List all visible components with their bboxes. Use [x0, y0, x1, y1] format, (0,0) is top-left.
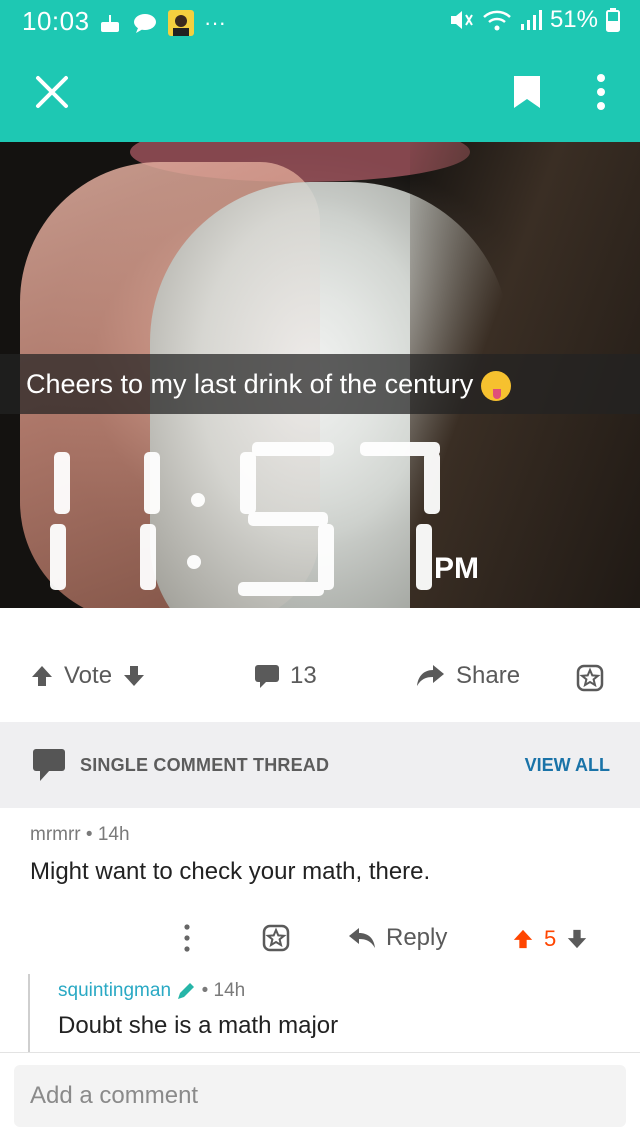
bookmark-icon[interactable] — [514, 76, 540, 108]
single-comment-thread-bar: SINGLE COMMENT THREAD VIEW ALL — [0, 722, 640, 808]
message-bubble-icon — [134, 14, 156, 33]
post-toolbar — [0, 44, 640, 142]
reply-label: Reply — [386, 924, 448, 951]
comment-body: Might want to check your math, there. — [30, 858, 431, 885]
downvote-arrow-icon[interactable] — [566, 927, 588, 951]
wifi-icon — [483, 10, 511, 31]
thread-label: SINGLE COMMENT THREAD — [80, 755, 330, 775]
status-time: 10:03 — [22, 6, 90, 36]
photo-caption: Cheers to my last drink of the century — [0, 354, 640, 414]
share-button[interactable]: Share — [416, 662, 520, 690]
comment-age: 14h — [97, 824, 130, 845]
comment-reply-button[interactable]: Reply — [348, 924, 447, 952]
downvote-arrow-icon[interactable] — [122, 664, 146, 688]
status-overflow: ··· — [204, 10, 226, 35]
comment-composer — [0, 1052, 640, 1138]
battery-percent: 51% — [549, 6, 598, 33]
status-notification-icons: ··· — [98, 10, 226, 36]
comment-award-icon[interactable] — [262, 924, 290, 952]
vote-control: Vote — [30, 662, 146, 690]
reply-meta-separator: • — [201, 980, 209, 1001]
award-icon[interactable] — [576, 664, 604, 692]
battery-icon — [606, 8, 620, 32]
view-all-link[interactable]: VIEW ALL — [525, 755, 610, 776]
comment-meta: mrmrr • 14h — [30, 824, 130, 846]
clock-suffix: PM — [434, 552, 479, 585]
comment-author[interactable]: mrmrr — [30, 824, 81, 845]
mute-icon — [450, 11, 473, 29]
avatar-notification-icon — [168, 10, 194, 36]
status-bar: 10:03 ··· 51% — [0, 0, 640, 44]
comment-actions: Reply 5 — [0, 916, 640, 962]
close-icon[interactable] — [34, 74, 70, 110]
comment-meta-separator: • — [85, 824, 93, 845]
comments-button[interactable]: 13 — [254, 662, 317, 690]
post-actions: Vote 13 Share — [0, 608, 640, 722]
comment-vote-control: 5 — [512, 926, 588, 952]
thread-bubble-icon — [33, 749, 65, 781]
comment-count: 13 — [290, 662, 317, 689]
tongue-emoji-icon — [481, 370, 512, 401]
comment-bubble-icon — [255, 665, 279, 688]
upvote-arrow-icon[interactable] — [512, 927, 534, 951]
status-right: 51% — [448, 6, 620, 34]
comment-thread: mrmrr • 14h Might want to check your mat… — [0, 808, 640, 1052]
photo-caption-text: Cheers to my last drink of the century — [26, 369, 474, 399]
post-image[interactable]: Cheers to my last drink of the century P… — [0, 142, 640, 608]
share-label: Share — [456, 662, 521, 689]
upvote-arrow-icon[interactable] — [30, 664, 54, 688]
comment-more-icon[interactable] — [180, 922, 194, 956]
more-vertical-icon[interactable] — [588, 70, 614, 114]
reply-age: 14h — [213, 980, 246, 1001]
reply-comment: squintingman • 14h Doubt she is a math m… — [28, 974, 640, 1052]
reply-body: Doubt she is a math major — [58, 1012, 339, 1039]
cake-icon — [101, 15, 119, 32]
add-comment-input[interactable] — [14, 1065, 626, 1127]
reply-meta: squintingman • 14h — [58, 980, 245, 1002]
reply-arrow-icon — [349, 928, 375, 948]
signal-icon — [520, 10, 542, 30]
mod-pencil-icon — [178, 982, 195, 999]
vote-label: Vote — [64, 662, 113, 689]
reply-author[interactable]: squintingman — [58, 980, 171, 1001]
comment-score: 5 — [544, 926, 557, 951]
photo-clock: PM — [36, 432, 506, 602]
share-arrow-icon — [417, 665, 444, 686]
